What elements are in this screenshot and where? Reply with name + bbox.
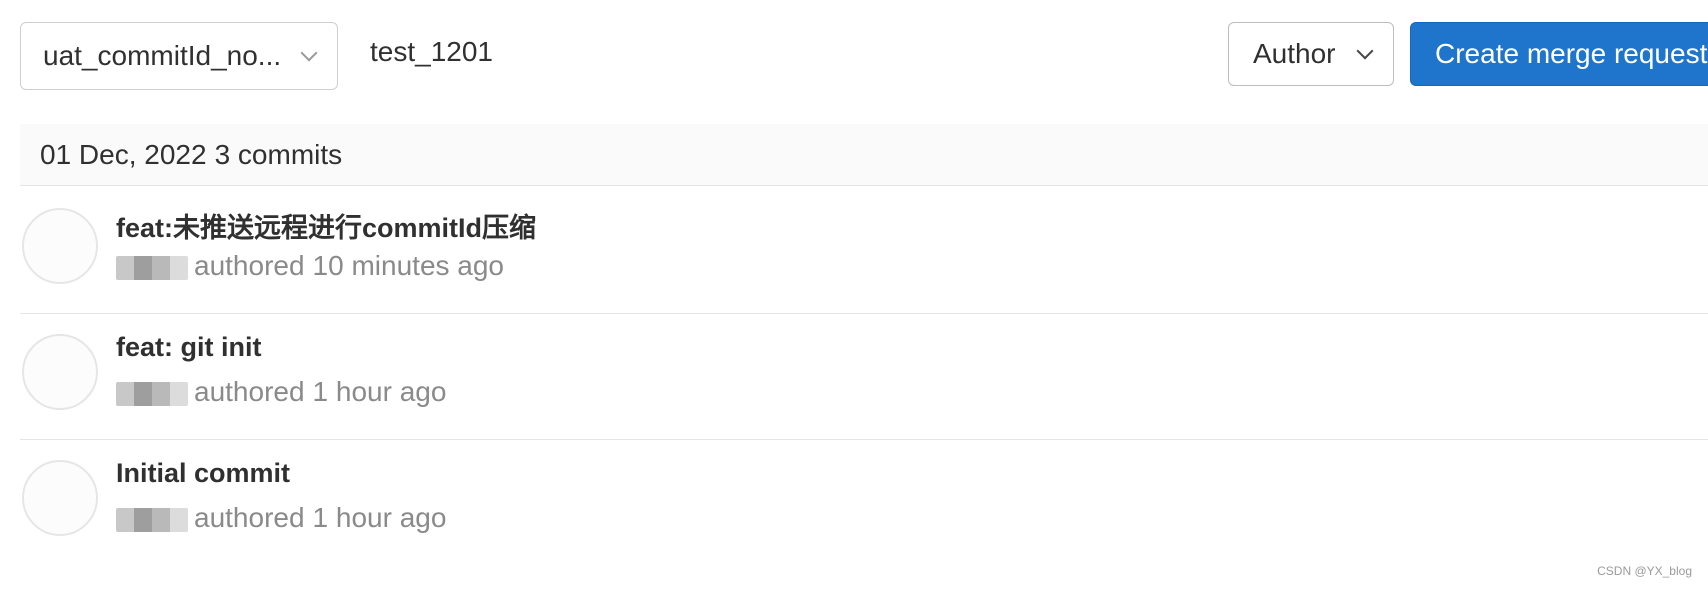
commit-time: 1 hour ago [312, 376, 447, 407]
chevron-down-icon [1356, 42, 1374, 60]
commit-action: authored [194, 250, 305, 281]
create-merge-request-button[interactable]: Create merge request [1410, 22, 1708, 86]
avatar[interactable] [22, 460, 98, 536]
commit-title[interactable]: Initial commit [116, 458, 290, 489]
commit-row: Initial commit authored 1 hour ago [20, 440, 1708, 566]
chevron-down-icon [300, 44, 318, 62]
commit-action: authored [194, 376, 305, 407]
branch-path-label: test_1201 [370, 36, 493, 67]
commit-meta: authored 10 minutes ago [116, 250, 504, 282]
branch-select-dropdown[interactable]: uat_commitId_no... [20, 22, 338, 90]
avatar[interactable] [22, 334, 98, 410]
avatar[interactable] [22, 208, 98, 284]
commit-row: feat: git init authored 1 hour ago [20, 314, 1708, 440]
commit-author-name-redacted[interactable] [116, 255, 188, 280]
commit-action: authored [194, 502, 305, 533]
commit-meta: authored 1 hour ago [116, 502, 446, 534]
commit-row: feat:未推送远程进行commitId压缩 authored 10 minute… [20, 188, 1708, 314]
commit-day-count: 3 commits [214, 138, 343, 170]
commit-meta: authored 1 hour ago [116, 376, 446, 408]
commit-author-name-redacted[interactable] [116, 381, 188, 406]
commit-title[interactable]: feat: git init [116, 332, 261, 363]
commit-title[interactable]: feat:未推送远程进行commitId压缩 [116, 206, 536, 245]
commit-time: 1 hour ago [312, 502, 447, 533]
commit-author-name-redacted[interactable] [116, 507, 188, 532]
commit-day-date: 01 Dec, 2022 [40, 138, 207, 170]
branch-select-label: uat_commitId_no... [43, 40, 282, 71]
commit-time: 10 minutes ago [312, 250, 505, 281]
author-filter-label: Author [1253, 38, 1336, 69]
author-filter-dropdown[interactable]: Author [1228, 22, 1394, 86]
watermark: CSDN @YX_blog [1597, 564, 1692, 578]
commit-day-header: 01 Dec, 2022 3 commits [20, 124, 1708, 186]
